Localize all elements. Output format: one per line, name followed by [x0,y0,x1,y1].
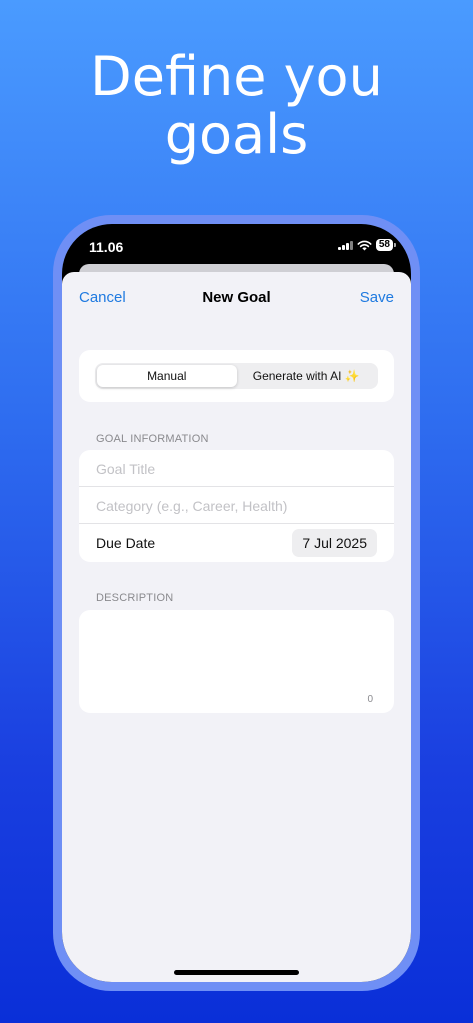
status-icons: 58 [337,239,397,251]
generate-with-ai-segment[interactable]: Generate with AI ✨ [237,365,377,387]
goal-information-card: Due Date 7 Jul 2025 [79,450,394,562]
description-header: DESCRIPTION [96,592,174,604]
mode-selector-card: Manual Generate with AI ✨ [79,350,394,402]
category-input[interactable] [96,487,376,524]
status-time: 11.06 [89,239,124,255]
home-indicator [174,970,299,975]
generate-with-ai-label: Generate with AI [252,369,342,383]
sparkles-icon: ✨ [344,369,360,383]
mode-segmented-control: Manual Generate with AI ✨ [95,363,378,389]
wifi-icon [357,240,372,251]
category-row [79,487,394,524]
headline: Define you goals [0,48,473,164]
new-goal-sheet: Cancel New Goal Save Manual Generate wit… [62,272,411,982]
due-date-picker[interactable]: 7 Jul 2025 [292,529,377,557]
headline-line-2: goals [164,103,309,166]
description-card: 0 [79,610,394,713]
goal-title-input[interactable] [96,450,376,487]
character-count: 0 [367,694,373,705]
battery-icon: 58 [375,239,397,251]
cellular-signal-icon [337,240,353,250]
due-date-row: Due Date 7 Jul 2025 [79,524,394,561]
page-title: New Goal [202,289,271,306]
due-date-label: Due Date [96,535,156,551]
headline-line-1: Define you [90,45,383,108]
phone-screen: 11.06 58 Cancel New Goal Save Manual Gen… [62,224,411,982]
save-button[interactable]: Save [360,289,394,306]
goal-information-header: GOAL INFORMATION [96,433,209,445]
manual-segment[interactable]: Manual [97,365,237,387]
navigation-bar: Cancel New Goal Save [62,272,411,322]
phone-frame: 11.06 58 Cancel New Goal Save Manual Gen… [53,215,420,991]
description-textarea[interactable] [91,620,381,690]
goal-title-row [79,450,394,487]
